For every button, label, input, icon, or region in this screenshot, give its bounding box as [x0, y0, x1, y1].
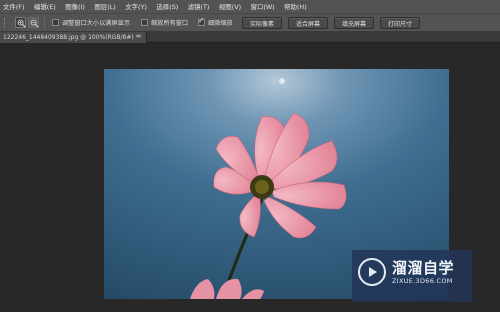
scrubby-zoom-label: 细微缩放 — [208, 20, 233, 27]
menu-window[interactable]: 窗口(W) — [251, 2, 275, 11]
menu-filter[interactable]: 滤镜(T) — [188, 2, 210, 11]
watermark-url: ZIXUE.3D66.COM — [392, 277, 453, 285]
menu-select[interactable]: 选择(S) — [156, 2, 178, 11]
zoom-all-windows-checkbox[interactable] — [141, 19, 148, 26]
close-icon[interactable]: × — [137, 33, 142, 40]
options-bar: 调整窗口大小以满屏显示 缩放所有窗口 细微缩放 实际像素 适合屏幕 填充屏幕 打… — [0, 13, 500, 32]
document-tab[interactable]: 122246_1448409388.jpg @ 100%(RGB/8#) * × — [0, 32, 147, 43]
document-tab-title: 122246_1448409388.jpg @ 100%(RGB/8#) * — [3, 34, 139, 41]
zoom-out-icon — [30, 19, 39, 28]
resize-windows-label: 调整窗口大小以满屏显示 — [62, 20, 131, 27]
menu-edit[interactable]: 编辑(E) — [34, 2, 56, 11]
menu-file[interactable]: 文件(F) — [3, 2, 24, 11]
resize-windows-checkbox[interactable] — [52, 19, 59, 26]
watermark: 溜溜自学 ZIXUE.3D66.COM — [352, 250, 472, 302]
print-size-button[interactable]: 打印尺寸 — [380, 17, 420, 29]
play-icon — [358, 258, 386, 286]
menu-image[interactable]: 图像(I) — [65, 2, 85, 11]
document-tab-bar: 122246_1448409388.jpg @ 100%(RGB/8#) * × — [0, 32, 500, 43]
menu-view[interactable]: 视图(V) — [219, 2, 241, 11]
menu-bar: 文件(F) 编辑(E) 图像(I) 图层(L) 文字(Y) 选择(S) 滤镜(T… — [0, 0, 500, 13]
zoom-in-icon — [17, 19, 26, 28]
fit-screen-button[interactable]: 适合屏幕 — [288, 17, 328, 29]
fill-screen-button[interactable]: 填充屏幕 — [334, 17, 374, 29]
watermark-brand: 溜溜自学 — [392, 259, 455, 277]
options-bar-grip[interactable] — [4, 18, 7, 28]
menu-help[interactable]: 帮助(H) — [284, 2, 307, 11]
menu-type[interactable]: 文字(Y) — [125, 2, 147, 11]
menu-layer[interactable]: 图层(L) — [94, 2, 115, 11]
zoom-in-button[interactable] — [15, 17, 26, 28]
scrubby-zoom-checkbox[interactable] — [198, 16, 205, 26]
zoom-all-windows-label: 缩放所有窗口 — [151, 20, 189, 27]
separator — [44, 17, 45, 29]
zoom-out-button[interactable] — [28, 17, 39, 28]
actual-pixels-button[interactable]: 实际像素 — [242, 17, 282, 29]
